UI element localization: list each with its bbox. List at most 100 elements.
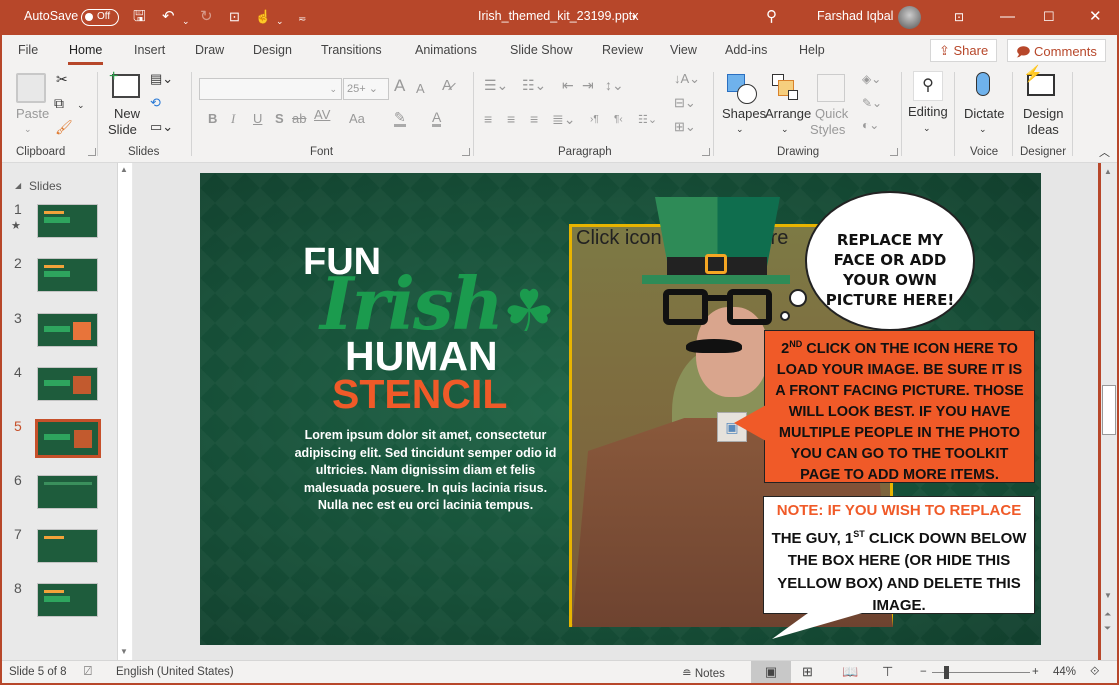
clear-formatting-icon[interactable]: A̷ xyxy=(442,78,452,93)
shape-outline-icon[interactable]: ✎⌄ xyxy=(862,96,882,110)
align-center-icon[interactable]: ≡ xyxy=(507,112,515,126)
arrange-icon[interactable] xyxy=(772,74,800,102)
highlight-color-icon[interactable]: ✎ xyxy=(394,110,406,127)
accessibility-icon[interactable]: ⍁ xyxy=(84,663,92,679)
undo-icon[interactable]: ↶ xyxy=(162,7,175,27)
slide-thumbnail-7[interactable] xyxy=(37,529,98,563)
tab-review[interactable]: Review xyxy=(602,43,643,57)
tab-add-ins[interactable]: Add-ins xyxy=(725,43,767,57)
ribbon-display-options-icon[interactable]: ⊡ xyxy=(954,7,964,27)
italic-button[interactable]: I xyxy=(231,112,235,126)
shrink-font-button[interactable]: A xyxy=(416,82,425,96)
fit-to-window-icon[interactable]: ⟐ xyxy=(1090,664,1099,679)
paste-icon[interactable] xyxy=(16,73,46,103)
save-icon[interactable]: 🖫 xyxy=(133,7,146,27)
font-color-icon[interactable]: A xyxy=(432,110,442,127)
body-text[interactable]: Lorem ipsum dolor sit amet, consectetur … xyxy=(288,427,563,515)
share-button[interactable]: ⇪ Share xyxy=(930,39,998,62)
undo-dropdown-icon[interactable]: ⌄ xyxy=(182,11,190,31)
slide-canvas[interactable]: FUN Irish ☘ HUMAN STENCIL Lorem ipsum do… xyxy=(200,173,1041,645)
title-stencil[interactable]: STENCIL xyxy=(332,371,507,418)
slide-thumbnail-6[interactable] xyxy=(37,475,98,509)
shape-effects-icon[interactable]: ◐⌄ xyxy=(862,118,879,132)
slide-thumbnail-4[interactable] xyxy=(37,367,98,401)
user-avatar[interactable] xyxy=(898,6,921,29)
normal-view-button[interactable]: ▣ xyxy=(751,661,791,683)
touch-dropdown-icon[interactable]: ⌄ xyxy=(276,11,284,31)
slide-thumbnail-2[interactable] xyxy=(37,258,98,292)
paste-dropdown-icon[interactable]: ⌄ xyxy=(24,122,32,136)
rtl-icon[interactable]: ¶‹ xyxy=(614,113,623,127)
microphone-icon[interactable] xyxy=(976,72,990,96)
comments-button[interactable]: 🗩 Comments xyxy=(1007,39,1106,62)
slides-pane-scrollbar[interactable]: ▲ ▼ xyxy=(117,163,132,660)
copy-icon[interactable]: ⧉ xyxy=(54,96,64,110)
touch-mode-icon[interactable]: ☝ xyxy=(255,7,271,27)
editing-dropdown-icon[interactable]: ⌄ xyxy=(923,121,931,135)
language-indicator[interactable]: English (United States) xyxy=(116,666,234,678)
tab-animations[interactable]: Animations xyxy=(415,43,477,57)
shadow-button[interactable]: S xyxy=(275,112,284,126)
arrange-button[interactable]: Arrange xyxy=(765,107,811,121)
clipboard-launcher-icon[interactable] xyxy=(88,148,96,156)
paste-button[interactable]: Paste xyxy=(16,107,49,121)
tab-view[interactable]: View xyxy=(670,43,697,57)
tab-help[interactable]: Help xyxy=(799,43,825,57)
columns-icon[interactable]: ☷⌄ xyxy=(638,113,657,127)
character-spacing-button[interactable]: AV xyxy=(314,108,330,122)
align-text-icon[interactable]: ⊟⌄ xyxy=(674,96,696,110)
dictate-dropdown-icon[interactable]: ⌄ xyxy=(979,122,987,136)
slide-sorter-button[interactable]: ⊞ xyxy=(802,664,813,680)
zoom-in-button[interactable]: + xyxy=(1032,666,1039,678)
change-case-button[interactable]: Aa xyxy=(349,112,365,126)
tab-transitions[interactable]: Transitions xyxy=(321,43,382,57)
collapse-triangle-icon[interactable]: ◢ xyxy=(15,181,21,190)
scroll-up-icon[interactable]: ▲ xyxy=(120,165,128,174)
strikethrough-button[interactable]: ab xyxy=(292,112,306,126)
redo-icon[interactable]: ↻ xyxy=(200,7,213,27)
slide-thumbnail-8[interactable] xyxy=(37,583,98,617)
scroll-down-icon[interactable]: ▼ xyxy=(120,647,128,656)
font-size-input[interactable]: 25+ ⌄ xyxy=(343,78,389,100)
align-right-icon[interactable]: ≡ xyxy=(530,112,538,126)
new-slide-button[interactable]: New xyxy=(114,107,140,121)
notes-button[interactable]: ≘ Notes xyxy=(682,666,725,680)
reset-slide-icon[interactable]: ⟲ xyxy=(150,96,161,110)
cut-icon[interactable]: ✂ xyxy=(56,72,68,86)
shapes-dropdown-icon[interactable]: ⌄ xyxy=(736,122,744,136)
slide-scrollbar[interactable]: ▲ ▼ ⏶ ⏷ xyxy=(1101,163,1117,660)
grow-font-button[interactable]: A xyxy=(394,77,405,94)
previous-slide-icon[interactable]: ⏶ xyxy=(1104,609,1111,620)
start-presentation-icon[interactable]: ⊡ xyxy=(229,7,240,27)
zoom-out-button[interactable]: − xyxy=(920,666,927,678)
shapes-button[interactable]: Shapes xyxy=(722,107,766,121)
shape-fill-icon[interactable]: ◈⌄ xyxy=(862,72,881,86)
font-launcher-icon[interactable] xyxy=(462,148,470,156)
arrange-dropdown-icon[interactable]: ⌄ xyxy=(781,122,789,136)
underline-button[interactable]: U xyxy=(253,112,262,126)
reading-view-button[interactable]: 📖 xyxy=(842,664,858,680)
maximize-icon[interactable]: ☐ xyxy=(1043,7,1055,27)
minimize-icon[interactable]: — xyxy=(1000,7,1015,27)
title-dropdown-icon[interactable]: ▾ xyxy=(632,12,637,23)
font-name-input[interactable]: ⌄ xyxy=(199,78,342,100)
copy-dropdown-icon[interactable]: ⌄ xyxy=(77,98,85,112)
document-title[interactable]: Irish_themed_kit_23199.pptx xyxy=(478,9,639,23)
find-icon[interactable]: ⚲ xyxy=(913,71,943,101)
scroll-down-icon[interactable]: ▼ xyxy=(1104,591,1112,600)
quick-styles-button[interactable]: Quick xyxy=(815,107,848,121)
bullets-icon[interactable]: ☰⌄ xyxy=(484,78,508,92)
new-slide-dropdown[interactable]: Slide xyxy=(108,123,137,137)
tab-draw[interactable]: Draw xyxy=(195,43,224,57)
text-direction-icon[interactable]: ↓A⌄ xyxy=(674,72,700,86)
editing-button[interactable]: Editing xyxy=(908,105,948,119)
new-slide-icon[interactable]: + xyxy=(109,69,140,98)
scroll-thumb[interactable] xyxy=(1102,385,1116,435)
drawing-launcher-icon[interactable] xyxy=(890,148,898,156)
zoom-slider-thumb[interactable] xyxy=(944,666,949,679)
customize-qat-icon[interactable]: ≂ xyxy=(298,10,306,30)
quick-styles-icon[interactable] xyxy=(817,74,845,102)
scroll-up-icon[interactable]: ▲ xyxy=(1104,167,1112,176)
search-icon[interactable]: ⚲ xyxy=(766,7,777,27)
increase-indent-icon[interactable]: ⇥ xyxy=(582,78,594,92)
